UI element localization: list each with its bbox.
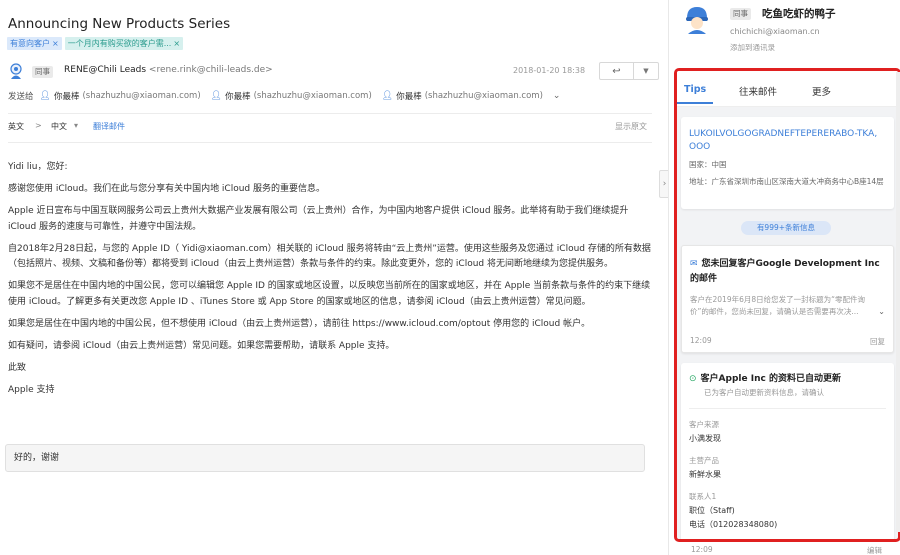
- body-paragraph: Apple 支持: [8, 384, 55, 395]
- reply-button-group: ↩ ▼: [599, 62, 659, 80]
- body-paragraph: 自2018年2月28日起，与您的 Apple ID（ Yidi@xiaoman.…: [8, 243, 651, 270]
- mail-date: 2018-01-20 18:38: [513, 66, 586, 75]
- company-country: 国家：中国: [689, 160, 727, 169]
- quick-reply-field[interactable]: 好的，谢谢: [5, 444, 645, 472]
- mail-subject: Announcing New Products Series: [8, 16, 231, 32]
- colleague-badge: 同事: [32, 66, 53, 78]
- source-language[interactable]: 英文: [8, 121, 24, 132]
- tag-interested-customer[interactable]: 有意向客户 ×: [7, 37, 62, 50]
- mail-view: Announcing New Products Series 有意向客户 × 一个…: [0, 0, 660, 555]
- add-to-contacts-link[interactable]: 添加到通讯录: [730, 42, 775, 53]
- tag-remove-icon[interactable]: ×: [173, 39, 180, 48]
- body-paragraph: 此致: [8, 362, 27, 373]
- tab-mail-history[interactable]: 往来邮件: [739, 84, 777, 98]
- check-circle-icon: ⊙: [689, 374, 697, 384]
- tag-list: 有意向客户 × 一个月内有购买欲的客户需... ×: [7, 37, 184, 50]
- tag-remove-icon[interactable]: ×: [52, 39, 59, 48]
- colleague-badge: 同事: [730, 8, 751, 20]
- recipient[interactable]: 👤︎ 你最棒 (shazhuzhu@xiaoman.com): [40, 90, 201, 102]
- card-description: 客户在2019年6月8日给您发了一封标题为“零配件询价”的邮件，您尚未回复，请确…: [690, 295, 885, 318]
- mail-icon: ✉: [690, 259, 698, 269]
- customer-panel: 同事 吃鱼吃虾的鸭子 chichichi@xiaoman.cn 添加到通讯录 T…: [668, 0, 900, 555]
- reply-button[interactable]: 回复: [870, 336, 885, 347]
- card-time: 12:09: [690, 336, 712, 345]
- company-name-link[interactable]: LUKOILVOLGOGRADNEFTEPERERABO-TKA, OOO: [689, 128, 886, 154]
- field-label: 主营产品: [689, 456, 719, 465]
- body-paragraph: Yidi liu，您好:: [8, 162, 68, 172]
- recipients-row: 发送给 👤︎ 你最棒 (shazhuzhu@xiaoman.com) 👤︎ 你最棒 (s…: [8, 89, 560, 103]
- field-value: 小满发现: [689, 434, 721, 443]
- language-arrow-icon: >: [35, 121, 42, 130]
- card-title: ✉ 您未回复客户Google Development Inc 的邮件: [690, 259, 880, 284]
- person-icon: 👤︎: [39, 91, 51, 101]
- recipient[interactable]: 👤︎ 你最棒 (shazhuzhu@xiaoman.com): [382, 90, 543, 102]
- new-info-button[interactable]: 有999+条新信息: [741, 221, 831, 235]
- card-footer: 12:09 回复: [690, 336, 885, 347]
- mail-body: Yidi liu，您好: 感谢您使用 iCloud。我们在此与您分享有关中国内地…: [8, 160, 653, 405]
- tag-purchase-intent[interactable]: 一个月内有购买欲的客户需... ×: [64, 37, 184, 50]
- recipient[interactable]: 👤︎ 你最棒 (shazhuzhu@xiaoman.com): [211, 90, 372, 102]
- reply-dropdown-icon[interactable]: ▼: [634, 63, 658, 79]
- body-paragraph: 感谢您使用 iCloud。我们在此与您分享有关中国内地 iCloud 服务的重要…: [8, 184, 326, 194]
- app-window: Announcing New Products Series 有意向客户 × 一个…: [0, 0, 900, 555]
- body-paragraph: 如果您不是居住在中国内地的中国公民，您可以编辑您 Apple ID 的国家或地区…: [8, 281, 651, 307]
- company-card: LUKOILVOLGOGRADNEFTEPERERABO-TKA, OOO 国家…: [681, 117, 894, 209]
- sender-row: 同事 RENE@Chili Leads <rene.rink@chili-lea…: [8, 62, 659, 82]
- contact-name: 吃鱼吃虾的鸭子: [762, 8, 836, 20]
- card-title: ⊙ 客户Apple Inc 的资料已自动更新: [689, 374, 841, 384]
- field-label: 联系人1: [689, 492, 717, 501]
- unreplied-mail-card: ✉ 您未回复客户Google Development Inc 的邮件 客户在201…: [681, 245, 894, 353]
- field-value: 职位（Staff): [689, 506, 735, 515]
- show-original-link[interactable]: 显示原文: [615, 121, 647, 132]
- tips-panel: Tips 往来邮件 更多 LUKOILVOLGOGRADNEFTEPERERAB…: [674, 68, 900, 542]
- tab-tips[interactable]: Tips: [684, 84, 706, 95]
- chevron-down-icon[interactable]: ▾: [74, 121, 78, 130]
- card-time: 12:09: [691, 545, 713, 554]
- chevron-down-icon[interactable]: ⌄: [878, 306, 885, 318]
- reply-icon[interactable]: ↩: [600, 63, 634, 79]
- divider: [8, 142, 652, 143]
- edit-button[interactable]: 编辑: [867, 545, 882, 555]
- contact-email: chichichi@xiaoman.cn: [730, 27, 820, 36]
- divider: [8, 113, 652, 114]
- sender-email: <rene.rink@chili-leads.de>: [148, 65, 273, 75]
- field-value: 新鲜水果: [689, 470, 721, 479]
- panel-scrollbar[interactable]: [896, 72, 900, 532]
- company-address: 地址：广东省深圳市南山区深南大道大冲商务中心B座14层: [689, 176, 884, 186]
- card-subtitle: 已为客户自动更新资料信息，请确认: [704, 388, 824, 397]
- person-icon: 👤︎: [210, 91, 223, 101]
- tab-more[interactable]: 更多: [812, 84, 831, 98]
- sender-name[interactable]: RENE@Chili Leads <rene.rink@chili-leads.…: [64, 65, 273, 75]
- divider: [689, 408, 886, 409]
- panel-tabs: Tips 往来邮件 更多: [677, 71, 898, 107]
- field-value: 电话（012028348080): [689, 520, 778, 529]
- translate-bar: 英文 > 中文 ▾ 翻译邮件 显示原文: [8, 121, 652, 135]
- body-paragraph: 如有疑问，请参阅 iCloud（由云上贵州运营）常见问题。如果您需要帮助，请联系…: [8, 340, 395, 351]
- active-tab-indicator: [677, 102, 713, 104]
- target-language-select[interactable]: 中文: [51, 121, 67, 132]
- contact-avatar-icon[interactable]: [683, 4, 711, 34]
- expand-recipients-icon[interactable]: ⌄: [553, 91, 561, 101]
- sender-avatar-icon[interactable]: [8, 63, 24, 80]
- body-paragraph: Apple 近日宣布与中国互联网服务公司云上贵州大数据产业发展有限公司（云上贵州…: [8, 206, 629, 232]
- body-paragraph: 如果您是居住在中国内地的中国公民，但不想使用 iCloud（由云上贵州运营），请…: [8, 318, 591, 329]
- person-icon: 👤︎: [381, 91, 394, 101]
- card-footer: 12:09 编辑: [691, 545, 882, 555]
- profile-updated-card: ⊙ 客户Apple Inc 的资料已自动更新 已为客户自动更新资料信息，请确认 客…: [681, 363, 894, 539]
- translate-mail-link[interactable]: 翻译邮件: [93, 121, 125, 132]
- to-label: 发送给: [8, 92, 34, 102]
- field-label: 客户来源: [689, 420, 719, 429]
